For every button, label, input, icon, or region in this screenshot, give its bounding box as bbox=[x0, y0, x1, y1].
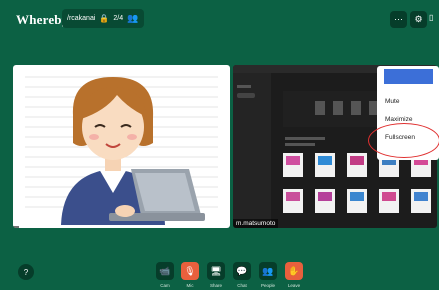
menu-header bbox=[384, 69, 433, 84]
leave-button[interactable]: ✋ bbox=[285, 262, 303, 280]
people-icon: 👥 bbox=[262, 265, 274, 276]
mic-button[interactable]: 🎙 bbox=[181, 262, 199, 280]
avatar-illustration bbox=[25, 76, 218, 225]
chat-label: Chat bbox=[237, 283, 247, 288]
camera-button[interactable]: 📹 bbox=[156, 262, 174, 280]
more-icon: ⋯ bbox=[394, 14, 403, 24]
people-button[interactable]: 👥 bbox=[259, 262, 277, 280]
share-button[interactable]: 🖥 bbox=[207, 262, 225, 280]
menu-item-mute[interactable]: Mute bbox=[385, 98, 399, 105]
leave-icon: ✋ bbox=[288, 265, 300, 276]
app-logo: Whereby bbox=[16, 12, 69, 27]
share-label: Share bbox=[209, 283, 222, 288]
help-icon: ? bbox=[23, 267, 29, 277]
screen-share-icon: 🖥 bbox=[210, 265, 222, 276]
participant-name bbox=[13, 226, 19, 228]
mic-off-icon: 🎙 bbox=[184, 265, 196, 276]
leave-label: Leave bbox=[287, 283, 301, 288]
room-pill[interactable]: /rcakanai 🔒 2/4 👥 bbox=[62, 9, 144, 28]
highlight-circle bbox=[368, 123, 439, 158]
people-label: People bbox=[260, 283, 275, 288]
lock-icon: 🔒 bbox=[99, 14, 110, 23]
participant-name: m.matsumoto bbox=[233, 219, 279, 228]
more-button[interactable]: ⋯ bbox=[390, 11, 407, 28]
participant-count: 2/4 bbox=[113, 15, 124, 22]
gear-icon: ⚙ bbox=[414, 14, 423, 24]
chat-button[interactable]: 💬 bbox=[233, 262, 251, 280]
menu-item-maximize[interactable]: Maximize bbox=[385, 116, 412, 123]
video-tile-local[interactable] bbox=[13, 65, 230, 228]
extra-icon[interactable]: ▯ bbox=[429, 13, 433, 22]
camera-label: Cam bbox=[160, 283, 170, 288]
help-button[interactable]: ? bbox=[18, 264, 34, 280]
chat-icon: 💬 bbox=[236, 265, 248, 276]
mic-label: Mic bbox=[186, 283, 194, 288]
camera-icon: 📹 bbox=[159, 265, 171, 276]
settings-button[interactable]: ⚙ bbox=[410, 11, 427, 28]
room-name: /rcakanai bbox=[67, 15, 96, 22]
people-icon: 👥 bbox=[127, 13, 139, 23]
